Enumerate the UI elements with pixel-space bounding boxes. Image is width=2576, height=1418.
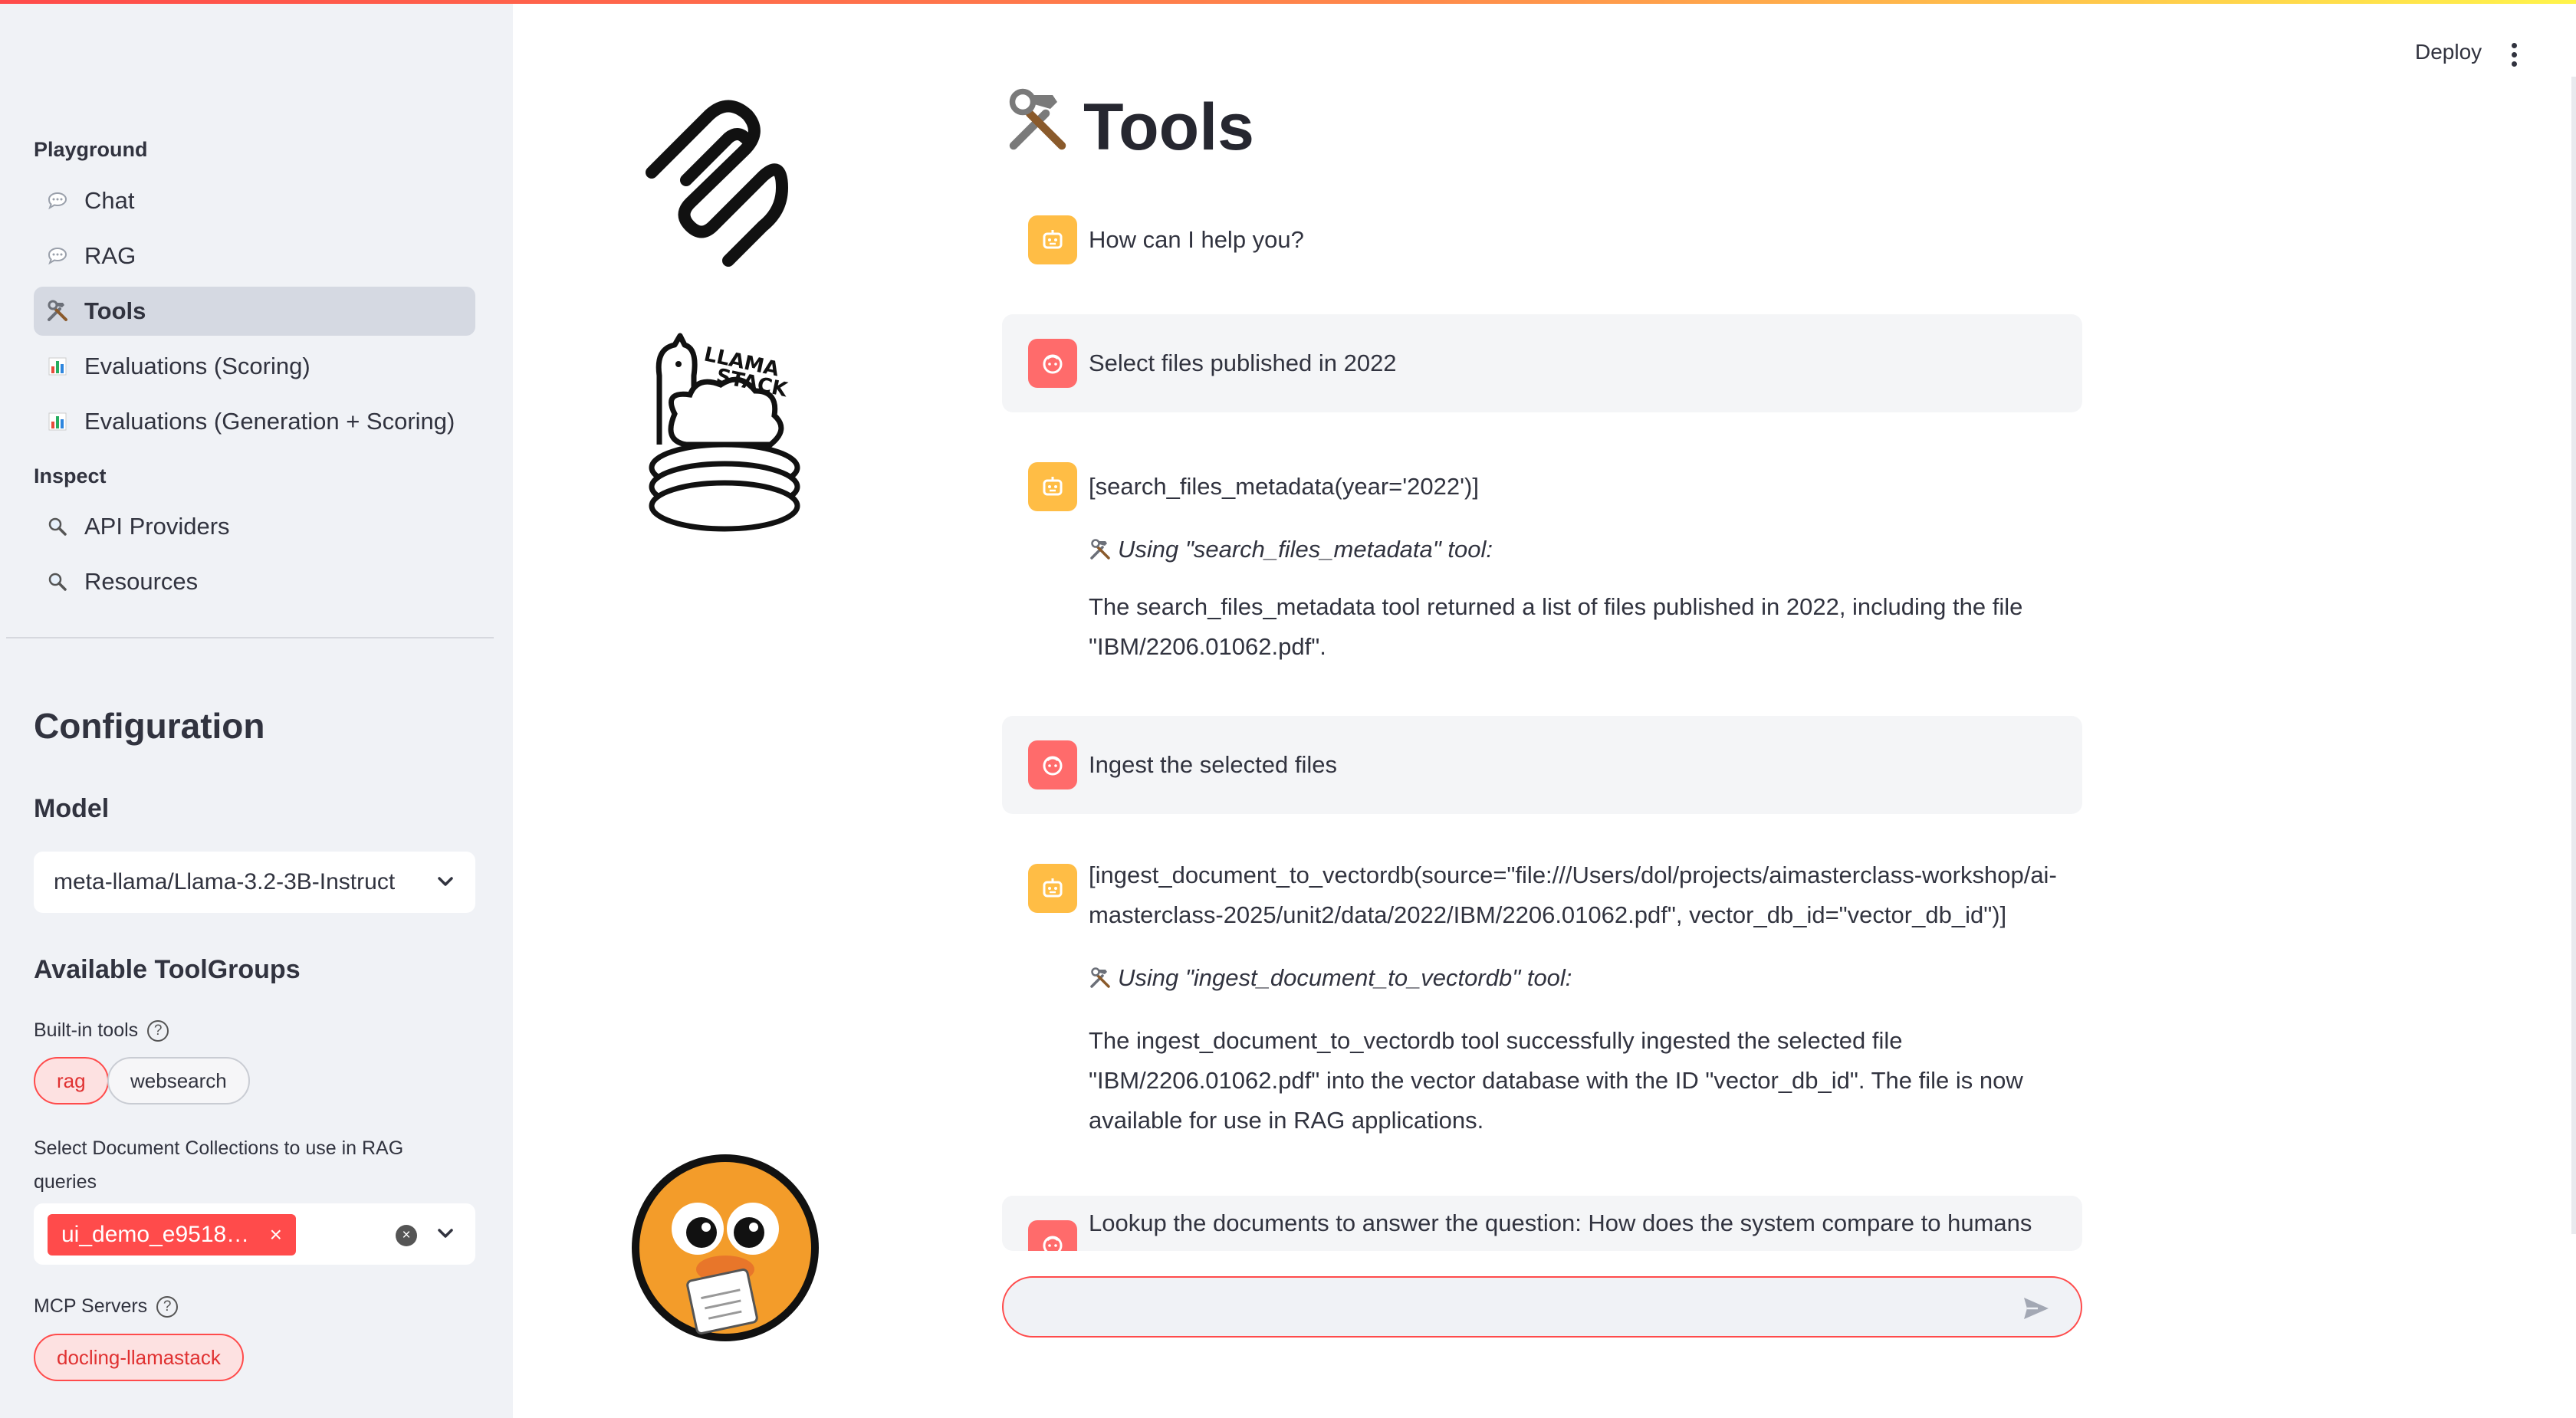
message-text: How can I help you?: [1089, 226, 1304, 253]
tool-result-text: The search_files_metadata tool returned …: [1089, 587, 2059, 667]
sidebar-item-label: Evaluations (Generation + Scoring): [84, 408, 455, 435]
tool-pill-websearch[interactable]: websearch: [107, 1057, 250, 1105]
chat-message-user: Select files published in 2022: [1002, 314, 2082, 412]
user-face-icon: [1028, 1220, 1077, 1251]
mcp-pill-docling-llamastack[interactable]: docling-llamastack: [34, 1334, 244, 1381]
chat-message-user: Lookup the documents to answer the quest…: [1002, 1196, 2082, 1251]
sidebar-item-rag[interactable]: RAG: [34, 231, 475, 281]
sidebar-item-label: Resources: [84, 568, 199, 595]
nav-section-playground: Playground: [34, 138, 148, 161]
sidebar-item-label: Chat: [84, 187, 135, 214]
sidebar-item-evaluations-generation-scoring[interactable]: Evaluations (Generation + Scoring): [34, 397, 475, 446]
magnifier-icon: [44, 569, 71, 595]
message-text: Select files published in 2022: [1089, 350, 1397, 376]
tool-usage-text: Using "ingest_document_to_vectordb" tool…: [1118, 964, 1572, 991]
main-scrollbar[interactable]: [2571, 77, 2576, 1234]
hammer-wrench-icon: [1089, 967, 1112, 990]
chat-input[interactable]: [1002, 1276, 2082, 1338]
tool-usage-text: Using "search_files_metadata" tool:: [1118, 536, 1493, 563]
deploy-button[interactable]: Deploy: [2415, 40, 2482, 64]
robot-icon: [1028, 864, 1077, 913]
chat-message-assistant: [ingest_document_to_vectordb(source="fil…: [1002, 855, 2082, 1156]
magnifier-icon: [44, 514, 71, 540]
toolgroups-heading: Available ToolGroups: [34, 955, 301, 984]
docling-duck-logo: [629, 1148, 822, 1351]
sidebar-item-evaluations-scoring[interactable]: Evaluations (Scoring): [34, 342, 475, 391]
message-text: Lookup the documents to answer the quest…: [1089, 1210, 2032, 1236]
message-text: [ingest_document_to_vectordb(source="fil…: [1089, 855, 2059, 935]
chevron-down-icon: [438, 877, 453, 886]
message-line: masterclass-2025/unit2/data/2022/IBM/220…: [1089, 901, 2007, 928]
collection-tag-label: ui_demo_e9518…: [61, 1222, 250, 1247]
model-heading: Model: [34, 794, 110, 823]
sidebar: Playground Chat RAG Tools Evaluations (S…: [0, 0, 513, 1418]
result-line: The ingest_document_to_vectordb tool suc…: [1089, 1027, 1903, 1054]
hammer-wrench-icon: [1002, 86, 1071, 169]
mcp-servers-label: MCP Servers ?: [34, 1295, 179, 1318]
sidebar-divider: [6, 637, 494, 638]
robot-icon: [1028, 462, 1077, 511]
help-icon[interactable]: ?: [156, 1295, 179, 1318]
user-face-icon: [1028, 740, 1077, 789]
mcp-servers-label-text: MCP Servers: [34, 1295, 148, 1317]
chat-message-assistant: [search_files_metadata(year='2022')] Usi…: [1002, 454, 2082, 676]
chevron-down-icon: [438, 1229, 453, 1238]
result-line: "IBM/2206.01062.pdf".: [1089, 633, 1326, 660]
bar-chart-icon: [44, 409, 71, 435]
page-title: Tools: [1002, 86, 1254, 169]
model-select[interactable]: meta-llama/Llama-3.2-3B-Instruct: [34, 852, 475, 913]
sidebar-item-api-providers[interactable]: API Providers: [34, 502, 475, 551]
help-icon[interactable]: ?: [147, 1019, 169, 1042]
result-line: "IBM/2206.01062.pdf" into the vector dat…: [1089, 1067, 2023, 1094]
nav-section-inspect: Inspect: [34, 464, 107, 487]
message-line: [ingest_document_to_vectordb(source="fil…: [1089, 862, 2057, 888]
builtin-tools-label: Built-in tools ?: [34, 1019, 169, 1042]
chat-message-user: Ingest the selected files: [1002, 716, 2082, 814]
bar-chart-icon: [44, 353, 71, 379]
speech-bubble-icon: [44, 188, 71, 214]
collections-label: Select Document Collections to use in RA…: [34, 1137, 404, 1193]
sidebar-item-chat[interactable]: Chat: [34, 176, 475, 225]
hammer-wrench-icon: [44, 298, 71, 324]
top-decoration-bar: [0, 0, 2576, 4]
tool-pill-rag[interactable]: rag: [34, 1057, 109, 1105]
clear-selection-icon[interactable]: ×: [396, 1225, 417, 1246]
collection-tag[interactable]: ui_demo_e9518… ×: [48, 1214, 296, 1256]
message-text: Ingest the selected files: [1089, 751, 1337, 778]
result-line: The search_files_metadata tool returned …: [1089, 593, 2023, 620]
hammer-wrench-icon: [1089, 538, 1112, 561]
speech-bubble-icon: [44, 243, 71, 269]
sidebar-item-label: API Providers: [84, 513, 230, 540]
tool-usage-note: Using "ingest_document_to_vectordb" tool…: [1089, 958, 2059, 998]
sidebar-item-resources[interactable]: Resources: [34, 557, 475, 606]
kebab-menu-icon[interactable]: [2512, 43, 2519, 69]
user-face-icon: [1028, 339, 1077, 388]
sidebar-item-tools[interactable]: Tools: [34, 287, 475, 336]
sidebar-item-label: Evaluations (Scoring): [84, 353, 310, 379]
tool-usage-note: Using "search_files_metadata" tool:: [1089, 530, 2059, 569]
llama-stack-logo: LLAMA STACK: [632, 330, 809, 540]
tool-result-text: The ingest_document_to_vectordb tool suc…: [1089, 1021, 2059, 1141]
robot-icon: [1028, 215, 1077, 264]
bottom-fade: [513, 1349, 2576, 1418]
result-line: available for use in RAG applications.: [1089, 1107, 1484, 1134]
send-icon[interactable]: [2021, 1293, 2052, 1324]
builtin-tools-label-text: Built-in tools: [34, 1019, 139, 1041]
message-text: [search_files_metadata(year='2022')]: [1089, 473, 1479, 500]
paperclip-logo: [636, 88, 805, 276]
sidebar-item-label: Tools: [84, 297, 146, 324]
chat-message-assistant: How can I help you?: [1002, 207, 2082, 273]
sidebar-item-label: RAG: [84, 242, 136, 269]
model-select-value: meta-llama/Llama-3.2-3B-Instruct: [54, 869, 396, 894]
tag-remove-icon[interactable]: ×: [270, 1223, 282, 1247]
configuration-heading: Configuration: [34, 706, 265, 746]
page-title-text: Tools: [1083, 90, 1254, 164]
